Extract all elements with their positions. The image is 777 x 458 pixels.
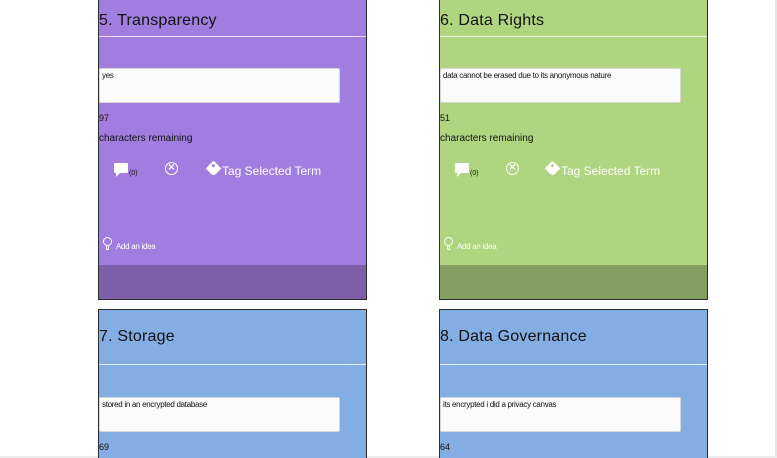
tag-icon [544, 160, 561, 177]
card-header: 7. Storage [99, 310, 366, 365]
lightbulb-icon [444, 237, 453, 251]
canvas-card-data-rights: 6. Data Rights data cannot be erased due… [439, 0, 708, 300]
add-idea-button[interactable]: Add an idea [103, 237, 156, 251]
char-remaining-label: characters remaining [440, 133, 534, 144]
comment-icon [455, 163, 469, 177]
comment-button[interactable]: (0) [455, 163, 479, 177]
add-idea-label: Add an idea [116, 242, 156, 251]
tag-term-button[interactable]: Tag Selected Term [544, 160, 661, 178]
char-count: 97 [99, 113, 110, 123]
card-header: 8. Data Governance [440, 310, 707, 365]
card-header: 5. Transparency [99, 0, 366, 37]
char-remaining-label: characters remaining [99, 133, 193, 144]
card-footer [99, 265, 366, 299]
canvas-card-transparency: 5. Transparency yes 97 characters remain… [98, 0, 367, 300]
answer-input[interactable]: data cannot be erased due to its anonymo… [440, 68, 681, 103]
canvas-card-data-governance: 8. Data Governance its encrypted i did a… [439, 309, 708, 458]
comment-icon [114, 163, 128, 177]
card-title: 8. Data Governance [440, 328, 587, 345]
tag-term-label: Tag Selected Term [561, 164, 661, 178]
add-idea-button[interactable]: Add an idea [444, 237, 497, 251]
card-title: 6. Data Rights [440, 12, 545, 29]
close-circle-icon: × [165, 162, 178, 175]
clear-button[interactable]: × [506, 162, 519, 175]
answer-input[interactable]: yes [99, 68, 340, 103]
card-header: 6. Data Rights [440, 0, 707, 37]
char-count: 69 [99, 442, 110, 452]
card-footer [440, 265, 707, 299]
add-idea-label: Add an idea [457, 242, 497, 251]
lightbulb-icon [103, 237, 112, 251]
char-count: 51 [440, 113, 451, 123]
clear-button[interactable]: × [165, 162, 178, 175]
close-circle-icon: × [506, 162, 519, 175]
tag-icon [205, 160, 222, 177]
comment-button[interactable]: (0) [114, 163, 138, 177]
comment-count: (0) [470, 170, 479, 177]
answer-input[interactable]: its encrypted i did a privacy canvas [440, 397, 681, 432]
card-title: 5. Transparency [99, 12, 217, 29]
comment-count: (0) [129, 170, 138, 177]
tag-term-label: Tag Selected Term [222, 164, 322, 178]
tag-term-button[interactable]: Tag Selected Term [205, 160, 322, 178]
char-count: 64 [440, 442, 451, 452]
answer-input[interactable]: stored in an encrypted database [99, 397, 340, 432]
canvas-card-storage: 7. Storage stored in an encrypted databa… [98, 309, 367, 458]
card-title: 7. Storage [99, 328, 175, 345]
